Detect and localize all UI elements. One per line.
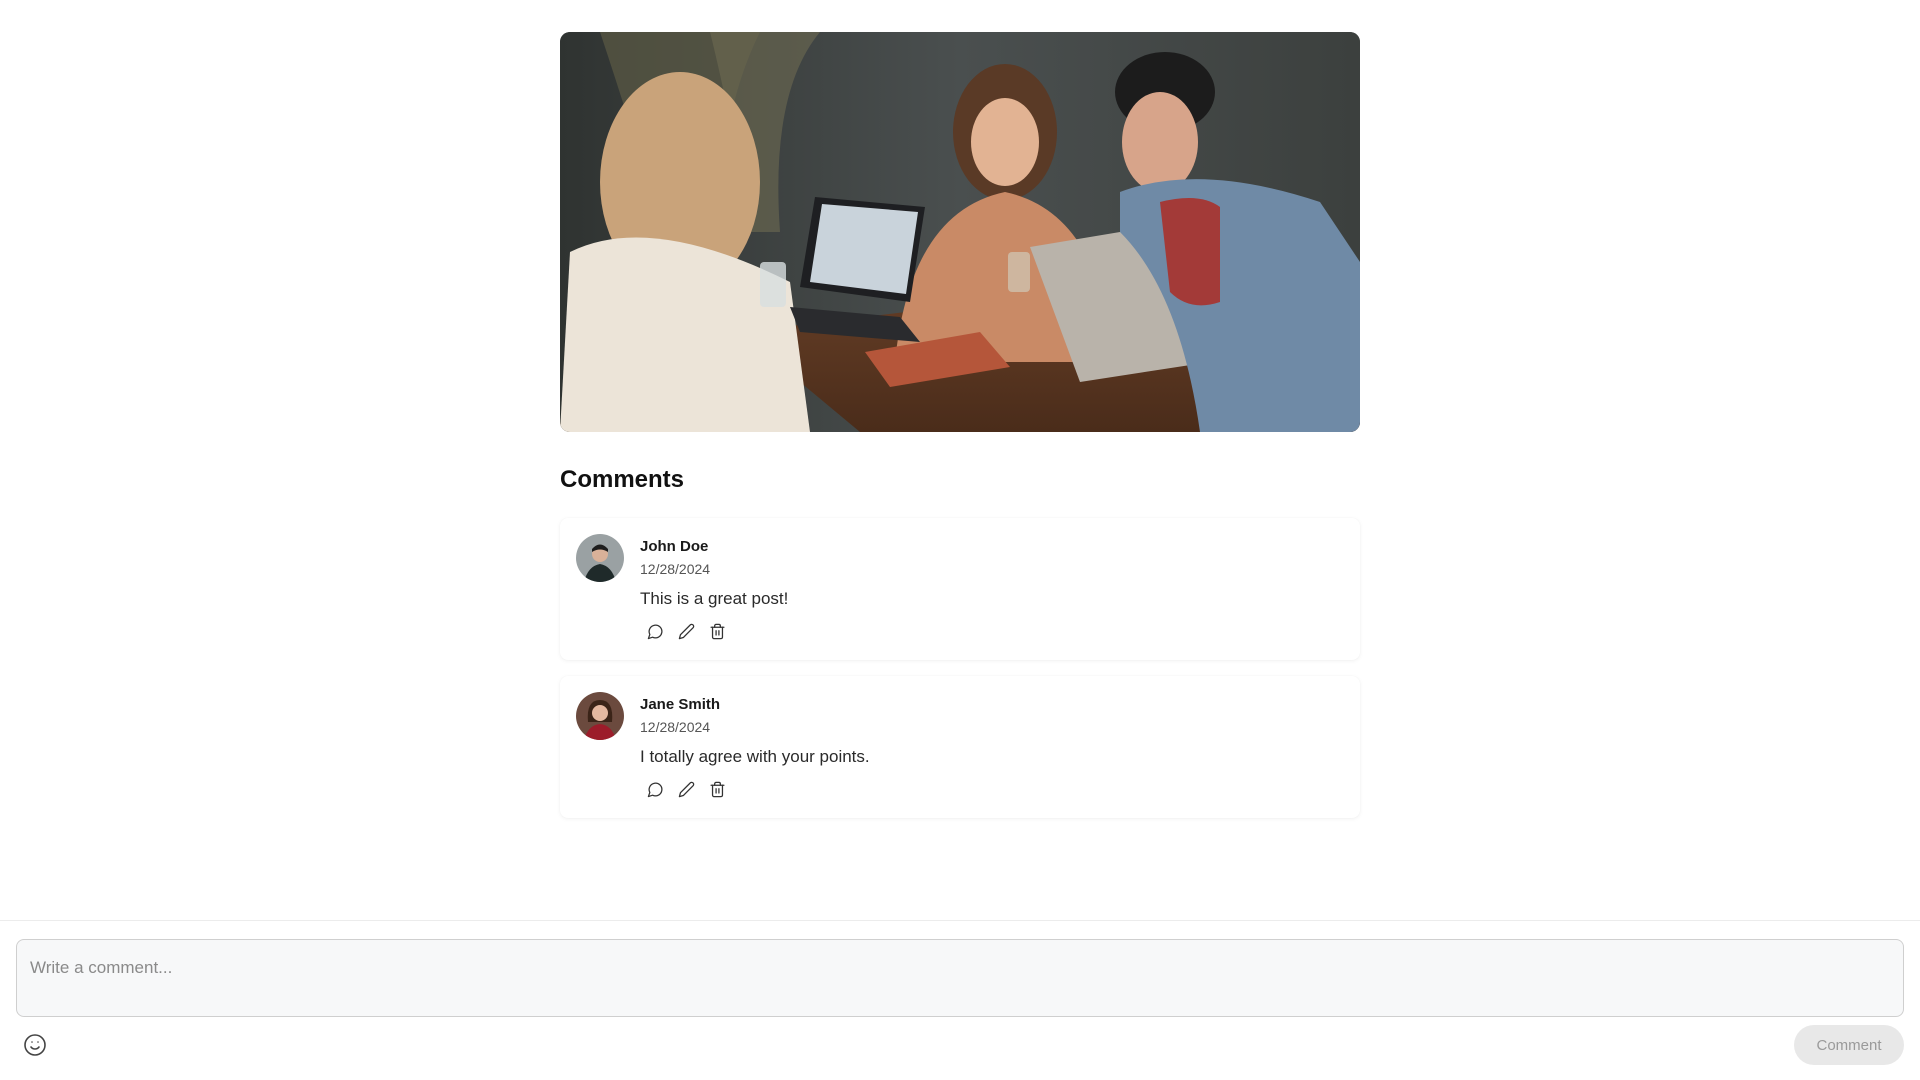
avatar [576, 692, 624, 740]
comment-text: I totally agree with your points. [640, 747, 870, 766]
comment-body: Jane Smith 12/28/2024 I totally agree wi… [640, 692, 1344, 802]
delete-icon[interactable] [707, 621, 727, 641]
comment-author: Jane Smith [640, 696, 721, 713]
comments-heading: Comments [560, 466, 685, 493]
edit-icon[interactable] [676, 621, 696, 641]
comment-submit-button[interactable]: Comment [1794, 1025, 1904, 1065]
edit-icon[interactable] [676, 779, 696, 799]
cafe-photo [560, 32, 1360, 432]
comment-item: Jane Smith 12/28/2024 I totally agree wi… [560, 676, 1360, 818]
comment-composer: Comment [0, 920, 1920, 1080]
comment-body: John Doe 12/28/2024 This is a great post… [640, 534, 1344, 644]
comment-input[interactable] [16, 939, 1904, 1017]
reply-icon[interactable] [645, 779, 665, 799]
comment-author: John Doe [640, 538, 709, 555]
comment-actions [640, 779, 1344, 799]
delete-icon[interactable] [707, 779, 727, 799]
comment-text: This is a great post! [640, 589, 789, 608]
comment-item: John Doe 12/28/2024 This is a great post… [560, 518, 1360, 660]
comment-date: 12/28/2024 [640, 719, 711, 735]
avatar [576, 534, 624, 582]
post-image [560, 32, 1360, 432]
reply-icon[interactable] [645, 621, 665, 641]
comment-actions [640, 621, 1344, 641]
comment-date: 12/28/2024 [640, 561, 711, 577]
post-container: Comments John Doe 12/28/2024 This is a g… [560, 32, 1360, 818]
emoji-icon[interactable] [22, 1032, 48, 1058]
